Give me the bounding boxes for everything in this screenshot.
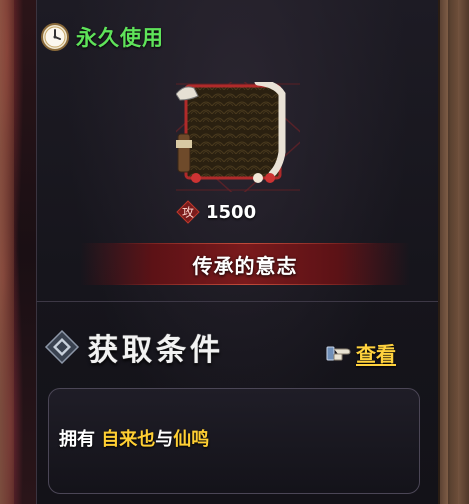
condition-text: 拥有 自来也与仙鸣 — [59, 425, 419, 451]
attack-icon: 攻 — [176, 200, 200, 224]
condition-name-1: 自来也 — [101, 429, 156, 450]
condition-name-2: 仙鸣 — [173, 429, 210, 450]
acquire-title: 获取条件 — [88, 333, 224, 368]
hand-point-icon — [326, 346, 351, 360]
attack-stat: 攻 1500 — [176, 200, 256, 224]
attack-value: 1500 — [206, 201, 257, 223]
condition-box: 拥有 自来也与仙鸣 — [48, 388, 420, 494]
view-label: 查看 — [356, 342, 396, 366]
item-frame-art — [176, 82, 300, 192]
condition-joiner: 与 — [155, 429, 174, 450]
right-frame — [438, 0, 469, 504]
diamond-icon — [44, 329, 80, 365]
acquire-header: 获取条件 — [44, 325, 224, 369]
left-decoration — [0, 0, 36, 504]
view-button[interactable]: 查看 — [326, 338, 396, 367]
section-divider — [36, 301, 438, 302]
item-name: 传承的意志 — [192, 253, 298, 278]
condition-prefix: 拥有 — [59, 429, 102, 450]
clock-icon — [41, 23, 69, 51]
duration-row: 永久使用 — [40, 22, 164, 52]
svg-text:攻: 攻 — [182, 206, 194, 220]
item-name-banner: 传承的意志 — [80, 243, 410, 285]
duration-label: 永久使用 — [76, 26, 164, 50]
